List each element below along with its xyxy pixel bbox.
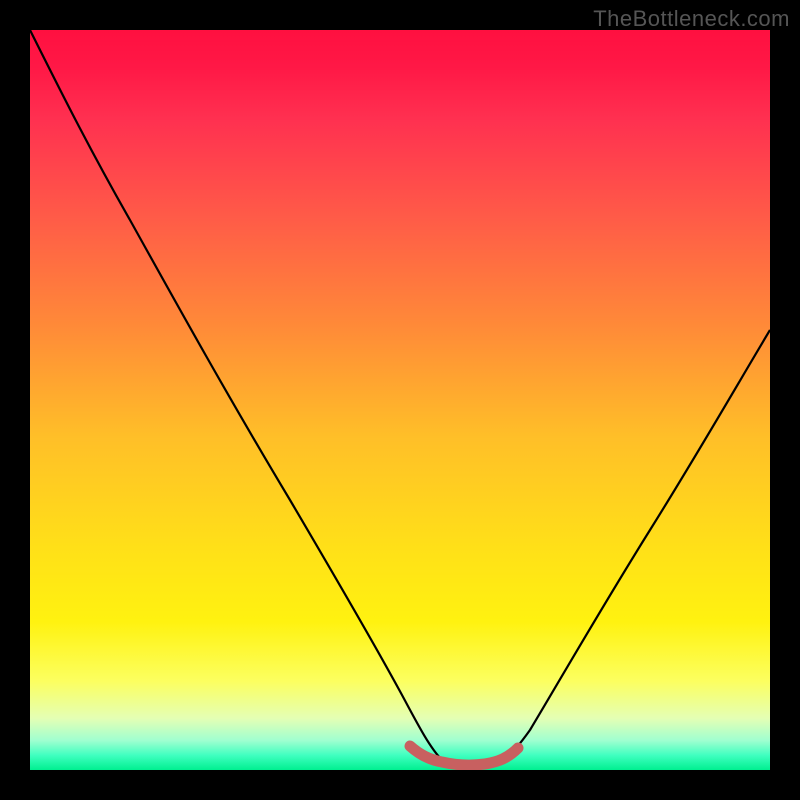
- chart-frame: TheBottleneck.com: [0, 0, 800, 800]
- plot-area: [30, 30, 770, 770]
- curve-layer: [30, 30, 770, 770]
- sweet-spot-band: [410, 746, 518, 765]
- watermark-text: TheBottleneck.com: [593, 6, 790, 32]
- bottleneck-curve: [30, 30, 770, 766]
